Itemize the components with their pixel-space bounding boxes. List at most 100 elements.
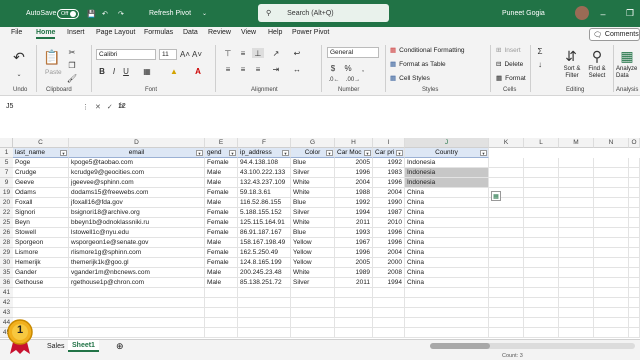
filter-dropdown-icon[interactable]: ▼ (60, 150, 67, 156)
empty-cell[interactable] (629, 308, 640, 318)
empty-cell[interactable] (559, 288, 594, 298)
cell-gender[interactable]: Male (205, 198, 238, 208)
find-select-button[interactable]: Find & Select (585, 66, 609, 80)
empty-cell[interactable] (629, 288, 640, 298)
cell-email[interactable]: vgander1m@nbcnews.com (69, 268, 205, 278)
empty-cell[interactable] (335, 318, 373, 328)
row-header[interactable]: 1 (0, 148, 13, 158)
sheet-tab-sales[interactable]: Sales (43, 340, 69, 352)
formula-input[interactable]: 12 (118, 100, 126, 113)
tab-data[interactable]: Data (183, 29, 198, 36)
empty-cell[interactable] (524, 228, 559, 238)
empty-cell[interactable] (335, 328, 373, 338)
cell-gender[interactable]: Female (205, 208, 238, 218)
cell-country[interactable]: China (405, 258, 489, 268)
minimize-icon[interactable]: – (594, 0, 612, 27)
cell-last-name[interactable]: Poge (13, 158, 69, 168)
cell-styles-button[interactable]: ▦ Cell Styles (390, 74, 430, 83)
empty-cell[interactable] (489, 278, 524, 288)
redo-icon[interactable]: ↷ (118, 0, 124, 27)
cell-email[interactable]: jgeevee@sphinn.com (69, 178, 205, 188)
header-cell-country[interactable]: Country ▼ (405, 148, 489, 158)
sort-filter-button[interactable]: Sort & Filter (560, 66, 584, 80)
empty-cell[interactable] (238, 298, 291, 308)
cell-color[interactable]: White (291, 178, 335, 188)
cell-email[interactable]: bsignori18@archive.org (69, 208, 205, 218)
empty-cell[interactable] (205, 308, 238, 318)
cell-country[interactable]: China (405, 218, 489, 228)
paste-icon[interactable]: 📋 (42, 46, 62, 68)
empty-cell[interactable] (524, 218, 559, 228)
empty-cell[interactable] (69, 298, 205, 308)
cell-color[interactable]: Blue (291, 228, 335, 238)
empty-cell[interactable] (489, 328, 524, 338)
cell-email[interactable]: bbeyn1b@odnoklassniki.ru (69, 218, 205, 228)
empty-cell[interactable] (594, 268, 629, 278)
decrease-decimal-icon[interactable]: .00→ (346, 75, 360, 84)
cell-color[interactable]: Silver (291, 168, 335, 178)
cancel-icon[interactable]: ✕ (95, 103, 101, 111)
empty-cell[interactable] (559, 328, 594, 338)
tab-insert[interactable]: Insert (67, 29, 85, 36)
header-cell-gender[interactable]: gend ▼ (205, 148, 238, 158)
empty-cell[interactable] (205, 288, 238, 298)
empty-cell[interactable] (559, 188, 594, 198)
underline-icon[interactable]: U (121, 66, 131, 77)
cell-last-name[interactable]: Beyn (13, 218, 69, 228)
fill-icon[interactable]: ↓ (534, 59, 546, 69)
cell-color[interactable]: Yellow (291, 238, 335, 248)
cell-ip-address[interactable]: 200.245.23.48 (238, 268, 291, 278)
cell-gender[interactable]: Male (205, 178, 238, 188)
column-header-o[interactable]: O (629, 138, 640, 148)
analyze-data-icon[interactable]: ▦ (618, 48, 636, 64)
empty-cell[interactable] (559, 278, 594, 288)
header-cell-last-name[interactable]: last_name ▼ (13, 148, 69, 158)
empty-cell[interactable] (405, 298, 489, 308)
quick-analysis-icon[interactable]: ▦ (491, 191, 501, 201)
insert-button[interactable]: ⊞ Insert (496, 46, 521, 55)
empty-cell[interactable] (373, 328, 405, 338)
empty-cell[interactable] (629, 248, 640, 258)
empty-cell[interactable] (594, 228, 629, 238)
italic-icon[interactable]: I (109, 66, 119, 77)
tab-view[interactable]: View (241, 29, 256, 36)
font-size-select[interactable]: 11 (159, 49, 177, 60)
font-name-select[interactable]: Calibri (96, 49, 156, 60)
number-format-select[interactable]: General (327, 47, 379, 58)
empty-cell[interactable] (405, 308, 489, 318)
empty-cell[interactable] (594, 158, 629, 168)
cell-car-price[interactable]: 1996 (373, 228, 405, 238)
filter-dropdown-icon[interactable]: ▼ (396, 150, 403, 156)
filter-dropdown-icon[interactable]: ▼ (282, 150, 289, 156)
chevron-down-icon[interactable]: ⌄ (13, 70, 25, 78)
cell-car-price[interactable]: 2010 (373, 218, 405, 228)
cell-car-price[interactable]: 1996 (373, 238, 405, 248)
empty-cell[interactable] (489, 238, 524, 248)
tab-power-pivot[interactable]: Power Pivot (292, 29, 329, 36)
select-all-corner[interactable] (0, 138, 13, 148)
cell-ip-address[interactable]: 43.100.222.133 (238, 168, 291, 178)
row-header[interactable]: 26 (0, 228, 13, 238)
empty-cell[interactable] (238, 288, 291, 298)
find-select-icon[interactable]: ⚲ (588, 48, 606, 64)
tab-home[interactable]: Home (36, 29, 56, 39)
header-cell-car-price[interactable]: Car pri ▼ (373, 148, 405, 158)
tab-help[interactable]: Help (268, 29, 282, 36)
empty-cell[interactable] (559, 158, 594, 168)
empty-cell[interactable] (405, 318, 489, 328)
fill-color-icon[interactable]: ▲ (168, 66, 180, 77)
align-top-icon[interactable]: ⊤ (222, 48, 234, 58)
empty-cell[interactable] (559, 308, 594, 318)
empty-cell[interactable] (559, 198, 594, 208)
empty-cell[interactable] (559, 238, 594, 248)
autosum-icon[interactable]: Σ (534, 46, 546, 56)
cell-car-price[interactable]: 2000 (373, 258, 405, 268)
row-header[interactable]: 25 (0, 218, 13, 228)
cell-car-model-year[interactable]: 1989 (335, 268, 373, 278)
cell-color[interactable]: Yellow (291, 248, 335, 258)
empty-cell[interactable] (489, 158, 524, 168)
cell-country[interactable]: China (405, 278, 489, 288)
empty-cell[interactable] (629, 158, 640, 168)
column-header-f[interactable]: F (238, 138, 291, 148)
cell-car-price[interactable]: 2004 (373, 248, 405, 258)
